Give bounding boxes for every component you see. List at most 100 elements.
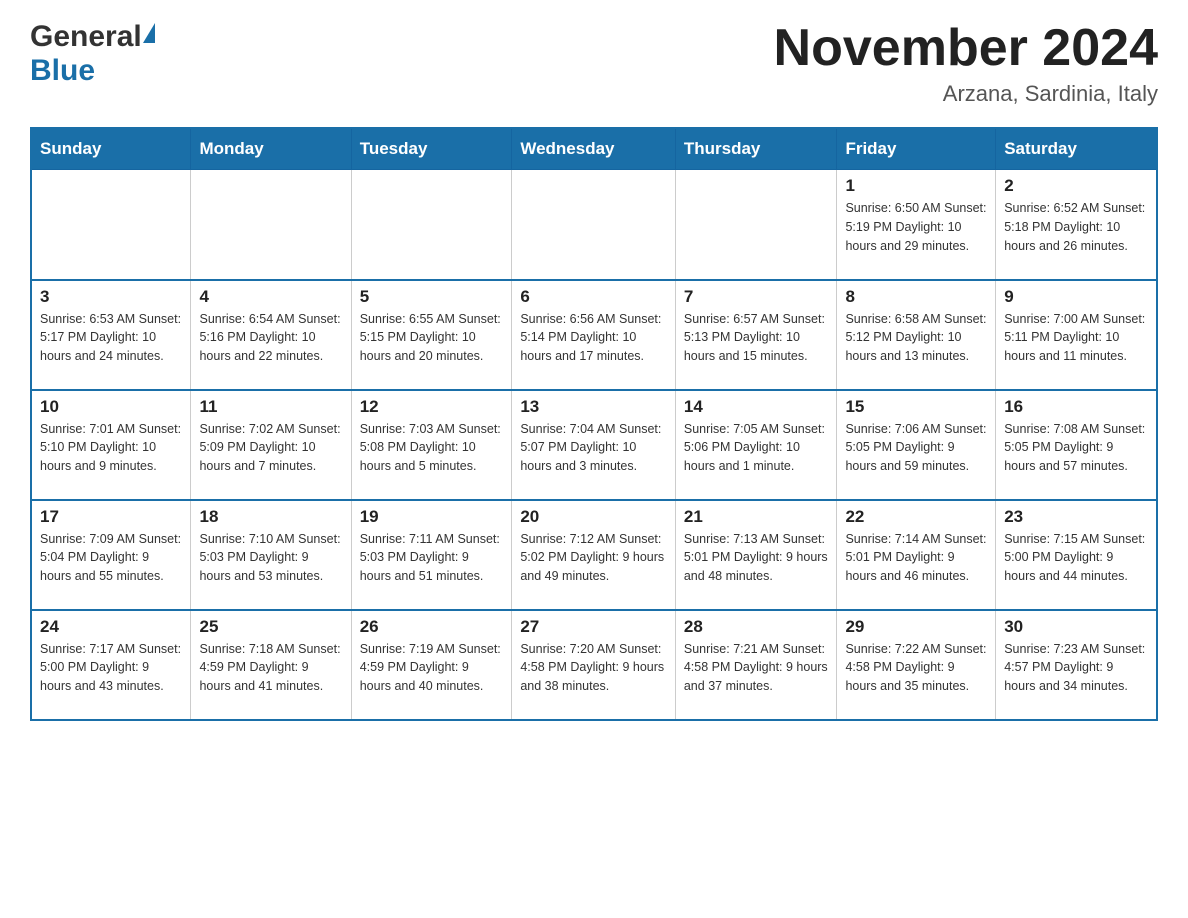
day-info: Sunrise: 7:03 AM Sunset: 5:08 PM Dayligh… xyxy=(360,420,504,476)
logo-blue-text: Blue xyxy=(30,54,95,88)
day-info: Sunrise: 7:20 AM Sunset: 4:58 PM Dayligh… xyxy=(520,640,667,696)
calendar-cell: 29 Sunrise: 7:22 AM Sunset: 4:58 PM Dayli… xyxy=(837,610,996,720)
day-info: Sunrise: 7:14 AM Sunset: 5:01 PM Dayligh… xyxy=(845,530,987,586)
day-number: 10 xyxy=(40,397,182,417)
day-number: 4 xyxy=(199,287,342,307)
calendar-cell: 2 Sunrise: 6:52 AM Sunset: 5:18 PM Daylig… xyxy=(996,170,1157,280)
day-info: Sunrise: 7:11 AM Sunset: 5:03 PM Dayligh… xyxy=(360,530,504,586)
day-number: 7 xyxy=(684,287,829,307)
calendar-cell: 10 Sunrise: 7:01 AM Sunset: 5:10 PM Dayli… xyxy=(31,390,191,500)
day-number: 13 xyxy=(520,397,667,417)
day-info: Sunrise: 7:09 AM Sunset: 5:04 PM Dayligh… xyxy=(40,530,182,586)
day-info: Sunrise: 7:15 AM Sunset: 5:00 PM Dayligh… xyxy=(1004,530,1148,586)
title-block: November 2024 Arzana, Sardinia, Italy xyxy=(774,20,1158,107)
header-tuesday: Tuesday xyxy=(351,128,512,170)
day-number: 29 xyxy=(845,617,987,637)
calendar-cell: 12 Sunrise: 7:03 AM Sunset: 5:08 PM Dayli… xyxy=(351,390,512,500)
day-info: Sunrise: 7:17 AM Sunset: 5:00 PM Dayligh… xyxy=(40,640,182,696)
header-sunday: Sunday xyxy=(31,128,191,170)
day-number: 22 xyxy=(845,507,987,527)
day-number: 20 xyxy=(520,507,667,527)
day-info: Sunrise: 6:55 AM Sunset: 5:15 PM Dayligh… xyxy=(360,310,504,366)
calendar-cell xyxy=(191,170,351,280)
header-thursday: Thursday xyxy=(675,128,837,170)
day-info: Sunrise: 7:22 AM Sunset: 4:58 PM Dayligh… xyxy=(845,640,987,696)
day-number: 9 xyxy=(1004,287,1148,307)
calendar-week-row: 1Sunrise: 6:50 AM Sunset: 5:19 PM Daylig… xyxy=(31,170,1157,280)
day-number: 8 xyxy=(845,287,987,307)
day-info: Sunrise: 7:13 AM Sunset: 5:01 PM Dayligh… xyxy=(684,530,829,586)
calendar-cell: 9 Sunrise: 7:00 AM Sunset: 5:11 PM Daylig… xyxy=(996,280,1157,390)
calendar-cell: 6 Sunrise: 6:56 AM Sunset: 5:14 PM Daylig… xyxy=(512,280,676,390)
day-info: Sunrise: 7:01 AM Sunset: 5:10 PM Dayligh… xyxy=(40,420,182,476)
day-number: 17 xyxy=(40,507,182,527)
day-number: 18 xyxy=(199,507,342,527)
logo-general-text: General xyxy=(30,20,142,54)
calendar-table: Sunday Monday Tuesday Wednesday Thursday… xyxy=(30,127,1158,721)
calendar-cell: 8 Sunrise: 6:58 AM Sunset: 5:12 PM Daylig… xyxy=(837,280,996,390)
calendar-cell: 7 Sunrise: 6:57 AM Sunset: 5:13 PM Daylig… xyxy=(675,280,837,390)
calendar-cell: 20Sunrise: 7:12 AM Sunset: 5:02 PM Dayli… xyxy=(512,500,676,610)
calendar-week-row: 3Sunrise: 6:53 AM Sunset: 5:17 PM Daylig… xyxy=(31,280,1157,390)
calendar-cell: 28 Sunrise: 7:21 AM Sunset: 4:58 PM Dayli… xyxy=(675,610,837,720)
logo: General Blue xyxy=(30,20,155,88)
calendar-cell: 18 Sunrise: 7:10 AM Sunset: 5:03 PM Dayli… xyxy=(191,500,351,610)
day-number: 24 xyxy=(40,617,182,637)
calendar-cell: 13 Sunrise: 7:04 AM Sunset: 5:07 PM Dayli… xyxy=(512,390,676,500)
day-number: 27 xyxy=(520,617,667,637)
calendar-header-row: Sunday Monday Tuesday Wednesday Thursday… xyxy=(31,128,1157,170)
calendar-cell: 22 Sunrise: 7:14 AM Sunset: 5:01 PM Dayli… xyxy=(837,500,996,610)
day-info: Sunrise: 6:52 AM Sunset: 5:18 PM Dayligh… xyxy=(1004,199,1148,255)
calendar-cell: 25 Sunrise: 7:18 AM Sunset: 4:59 PM Dayli… xyxy=(191,610,351,720)
day-number: 19 xyxy=(360,507,504,527)
day-info: Sunrise: 7:04 AM Sunset: 5:07 PM Dayligh… xyxy=(520,420,667,476)
header-saturday: Saturday xyxy=(996,128,1157,170)
calendar-cell: 19 Sunrise: 7:11 AM Sunset: 5:03 PM Dayli… xyxy=(351,500,512,610)
calendar-cell: 27 Sunrise: 7:20 AM Sunset: 4:58 PM Dayli… xyxy=(512,610,676,720)
day-number: 2 xyxy=(1004,176,1148,196)
calendar-cell: 14Sunrise: 7:05 AM Sunset: 5:06 PM Dayli… xyxy=(675,390,837,500)
logo-arrow-icon xyxy=(143,23,155,43)
calendar-cell xyxy=(512,170,676,280)
day-info: Sunrise: 7:18 AM Sunset: 4:59 PM Dayligh… xyxy=(199,640,342,696)
day-number: 5 xyxy=(360,287,504,307)
day-info: Sunrise: 7:02 AM Sunset: 5:09 PM Dayligh… xyxy=(199,420,342,476)
day-info: Sunrise: 7:21 AM Sunset: 4:58 PM Dayligh… xyxy=(684,640,829,696)
day-info: Sunrise: 6:58 AM Sunset: 5:12 PM Dayligh… xyxy=(845,310,987,366)
day-number: 14 xyxy=(684,397,829,417)
page-header: General Blue November 2024 Arzana, Sardi… xyxy=(30,20,1158,107)
day-info: Sunrise: 6:54 AM Sunset: 5:16 PM Dayligh… xyxy=(199,310,342,366)
day-number: 21 xyxy=(684,507,829,527)
day-info: Sunrise: 7:08 AM Sunset: 5:05 PM Dayligh… xyxy=(1004,420,1148,476)
header-wednesday: Wednesday xyxy=(512,128,676,170)
day-info: Sunrise: 6:56 AM Sunset: 5:14 PM Dayligh… xyxy=(520,310,667,366)
day-number: 6 xyxy=(520,287,667,307)
day-number: 12 xyxy=(360,397,504,417)
calendar-cell: 5 Sunrise: 6:55 AM Sunset: 5:15 PM Daylig… xyxy=(351,280,512,390)
calendar-cell: 24 Sunrise: 7:17 AM Sunset: 5:00 PM Dayli… xyxy=(31,610,191,720)
day-info: Sunrise: 6:53 AM Sunset: 5:17 PM Dayligh… xyxy=(40,310,182,366)
calendar-cell: 26 Sunrise: 7:19 AM Sunset: 4:59 PM Dayli… xyxy=(351,610,512,720)
calendar-cell xyxy=(351,170,512,280)
day-number: 28 xyxy=(684,617,829,637)
calendar-cell xyxy=(31,170,191,280)
calendar-cell: 3Sunrise: 6:53 AM Sunset: 5:17 PM Daylig… xyxy=(31,280,191,390)
calendar-week-row: 17 Sunrise: 7:09 AM Sunset: 5:04 PM Dayli… xyxy=(31,500,1157,610)
day-info: Sunrise: 6:57 AM Sunset: 5:13 PM Dayligh… xyxy=(684,310,829,366)
day-info: Sunrise: 7:00 AM Sunset: 5:11 PM Dayligh… xyxy=(1004,310,1148,366)
calendar-cell: 21 Sunrise: 7:13 AM Sunset: 5:01 PM Dayli… xyxy=(675,500,837,610)
day-number: 11 xyxy=(199,397,342,417)
day-number: 16 xyxy=(1004,397,1148,417)
location-title: Arzana, Sardinia, Italy xyxy=(774,81,1158,107)
calendar-week-row: 10 Sunrise: 7:01 AM Sunset: 5:10 PM Dayli… xyxy=(31,390,1157,500)
calendar-cell: 11 Sunrise: 7:02 AM Sunset: 5:09 PM Dayli… xyxy=(191,390,351,500)
day-info: Sunrise: 7:10 AM Sunset: 5:03 PM Dayligh… xyxy=(199,530,342,586)
day-number: 25 xyxy=(199,617,342,637)
month-title: November 2024 xyxy=(774,20,1158,77)
header-monday: Monday xyxy=(191,128,351,170)
day-info: Sunrise: 6:50 AM Sunset: 5:19 PM Dayligh… xyxy=(845,199,987,255)
day-info: Sunrise: 7:19 AM Sunset: 4:59 PM Dayligh… xyxy=(360,640,504,696)
day-number: 26 xyxy=(360,617,504,637)
day-info: Sunrise: 7:06 AM Sunset: 5:05 PM Dayligh… xyxy=(845,420,987,476)
day-info: Sunrise: 7:23 AM Sunset: 4:57 PM Dayligh… xyxy=(1004,640,1148,696)
